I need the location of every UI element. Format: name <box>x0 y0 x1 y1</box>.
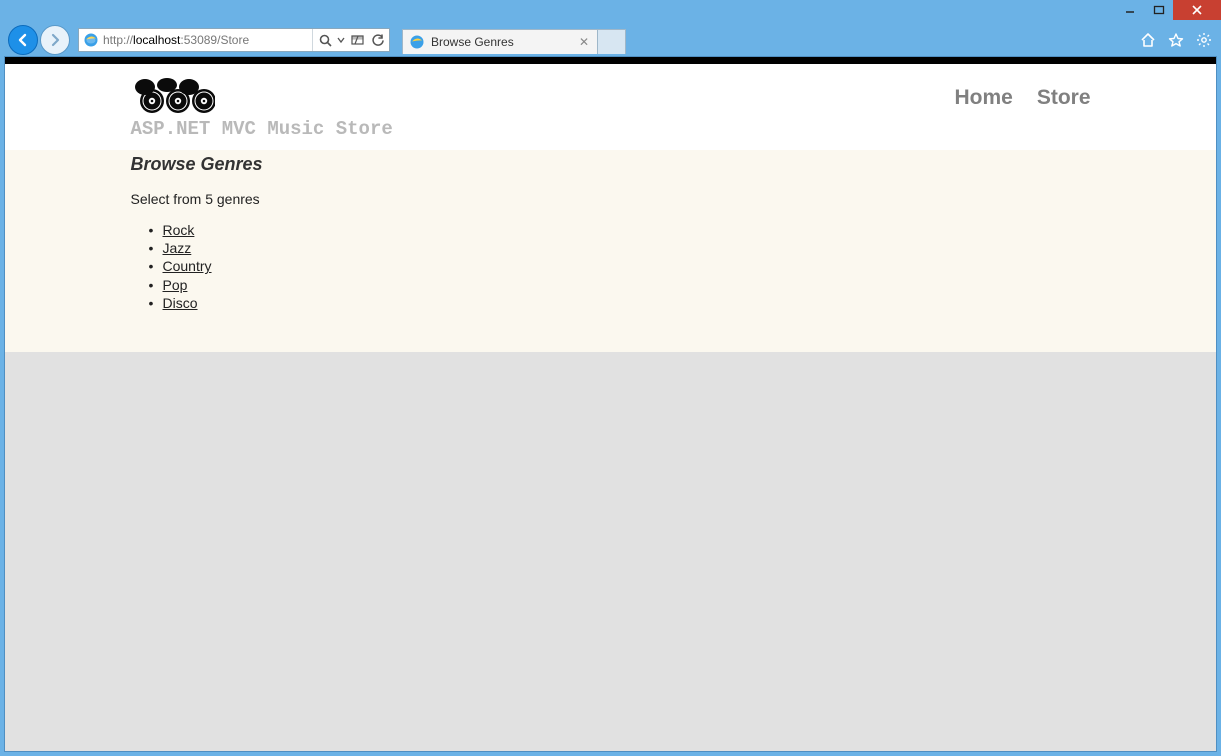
site-subtitle: ASP.NET MVC Music Store <box>131 118 393 140</box>
records-logo-icon <box>131 78 215 116</box>
back-button[interactable] <box>8 25 38 55</box>
list-item: Jazz <box>163 239 1091 257</box>
refresh-icon[interactable] <box>369 32 385 48</box>
browser-tab[interactable]: Browse Genres ✕ <box>402 29 598 54</box>
site-header: ASP.NET MVC Music Store Home Store <box>5 64 1216 150</box>
nav-home-link[interactable]: Home <box>954 86 1012 110</box>
compat-view-icon[interactable] <box>349 32 365 48</box>
new-tab-button[interactable] <box>598 29 626 54</box>
search-icon[interactable] <box>317 32 333 48</box>
ie-favicon-icon <box>83 32 99 48</box>
site-logo[interactable]: ASP.NET MVC Music Store <box>131 78 393 140</box>
genre-list: Rock Jazz Country Pop Disco <box>131 221 1091 312</box>
content-area: Browse Genres Select from 5 genres Rock … <box>5 150 1216 352</box>
nav-store-link[interactable]: Store <box>1037 86 1091 110</box>
browser-viewport: ASP.NET MVC Music Store Home Store Brows… <box>4 56 1217 752</box>
tab-close-icon[interactable]: ✕ <box>577 35 591 49</box>
address-text: http://localhost:53089/Store <box>103 33 308 47</box>
genre-link[interactable]: Pop <box>163 277 188 293</box>
list-item: Pop <box>163 276 1091 294</box>
page-heading: Browse Genres <box>131 154 1091 175</box>
list-item: Disco <box>163 294 1091 312</box>
list-item: Country <box>163 257 1091 275</box>
search-dropdown-icon[interactable] <box>337 32 345 48</box>
window-minimize-button[interactable] <box>1115 0 1145 20</box>
address-bar[interactable]: http://localhost:53089/Store <box>78 28 390 52</box>
top-nav: Home Store <box>954 86 1090 110</box>
genre-link[interactable]: Jazz <box>163 240 192 256</box>
forward-button[interactable] <box>40 25 70 55</box>
genre-link[interactable]: Country <box>163 258 212 274</box>
tab-strip: Browse Genres ✕ <box>402 26 626 54</box>
window-close-button[interactable] <box>1173 0 1221 20</box>
ie-favicon-icon <box>409 34 425 50</box>
browser-nav-row: http://localhost:53089/Store <box>0 26 1221 54</box>
window-titlebar <box>0 0 1221 26</box>
tools-icon[interactable] <box>1195 31 1213 49</box>
tab-title: Browse Genres <box>431 35 514 49</box>
genre-link[interactable]: Disco <box>163 295 198 311</box>
home-icon[interactable] <box>1139 31 1157 49</box>
favorites-icon[interactable] <box>1167 31 1185 49</box>
select-genre-text: Select from 5 genres <box>131 191 1091 207</box>
genre-link[interactable]: Rock <box>163 222 195 238</box>
page-top-black-bar <box>5 57 1216 64</box>
list-item: Rock <box>163 221 1091 239</box>
window-maximize-button[interactable] <box>1145 0 1173 20</box>
